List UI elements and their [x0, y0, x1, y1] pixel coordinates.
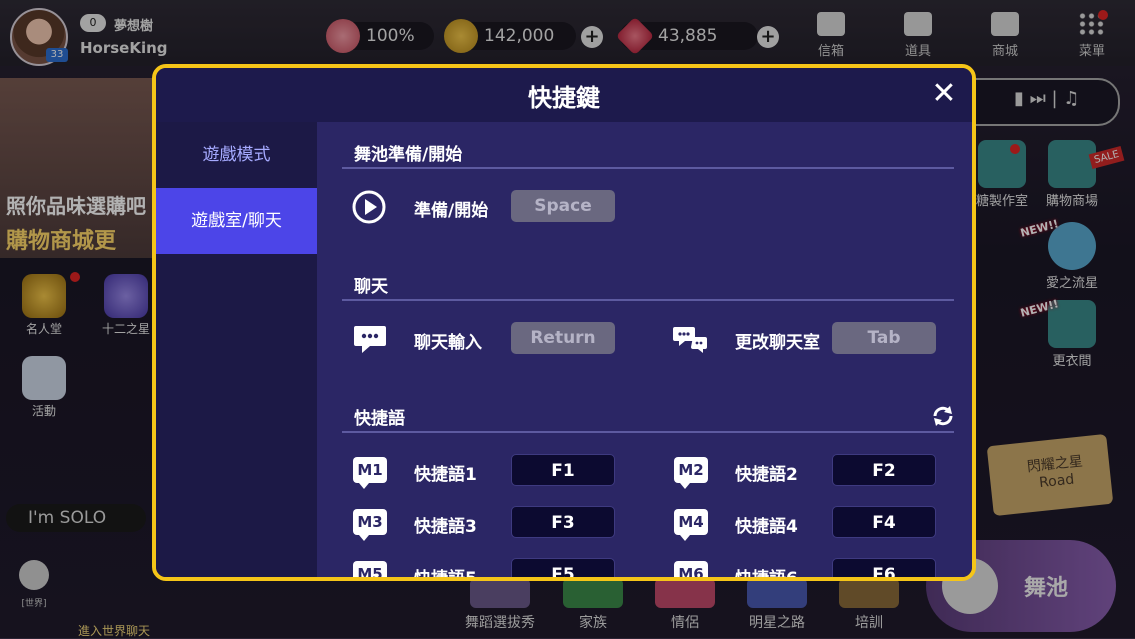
shortcut-keys-dialog: 快捷鍵 ✕ 遊戲模式 遊戲室/聊天 舞池準備/開始 準備/開始 Space 聊天… [152, 64, 976, 581]
macro-2-icon: M2 [674, 457, 708, 489]
section-title-ready: 舞池準備/開始 [354, 145, 463, 165]
macro-1-key[interactable]: F1 [511, 454, 615, 486]
chat-bubble-icon [354, 326, 386, 353]
macro-6-label: 快捷語6 [735, 569, 798, 581]
tab-game-mode[interactable]: 遊戲模式 [156, 122, 317, 188]
macro-4-key[interactable]: F4 [832, 506, 936, 538]
ready-start-key[interactable]: Space [511, 190, 615, 222]
change-chat-room-key[interactable]: Tab [832, 322, 936, 354]
macro-6-icon: M6 [674, 561, 708, 577]
section-divider [342, 431, 954, 433]
macro-2-key[interactable]: F2 [832, 454, 936, 486]
macro-5-icon: M5 [353, 561, 387, 577]
macro-3-icon: M3 [353, 509, 387, 541]
refresh-icon[interactable] [931, 404, 955, 428]
dialog-sidebar: 遊戲模式 遊戲室/聊天 [156, 122, 317, 577]
macro-1-label: 快捷語1 [414, 465, 477, 485]
macro-3-label: 快捷語3 [414, 517, 477, 537]
macro-5-label: 快捷語5 [414, 569, 477, 581]
macro-6-key[interactable]: F6 [832, 558, 936, 577]
change-chat-room-icon [673, 327, 707, 353]
macro-5-key[interactable]: F5 [511, 558, 615, 577]
section-title-macros: 快捷語 [354, 409, 405, 429]
ready-start-label: 準備/開始 [414, 201, 489, 221]
macro-4-icon: M4 [674, 509, 708, 541]
chat-input-key[interactable]: Return [511, 322, 615, 354]
change-chat-room-label: 更改聊天室 [735, 333, 820, 353]
dialog-header: 快捷鍵 ✕ [156, 68, 972, 122]
section-title-chat: 聊天 [354, 277, 388, 297]
tab-game-room-chat[interactable]: 遊戲室/聊天 [156, 188, 317, 254]
section-divider [342, 167, 954, 169]
macro-1-icon: M1 [353, 457, 387, 489]
shortcut-list: 舞池準備/開始 準備/開始 Space 聊天 聊天輸入 Return 更改聊天室… [317, 122, 972, 581]
macro-2-label: 快捷語2 [735, 465, 798, 485]
macro-3-key[interactable]: F3 [511, 506, 615, 538]
play-icon [352, 190, 386, 224]
close-button[interactable]: ✕ [930, 79, 958, 109]
dialog-title: 快捷鍵 [528, 84, 600, 112]
section-divider [342, 299, 954, 301]
macro-4-label: 快捷語4 [735, 517, 798, 537]
chat-input-label: 聊天輸入 [414, 333, 482, 353]
